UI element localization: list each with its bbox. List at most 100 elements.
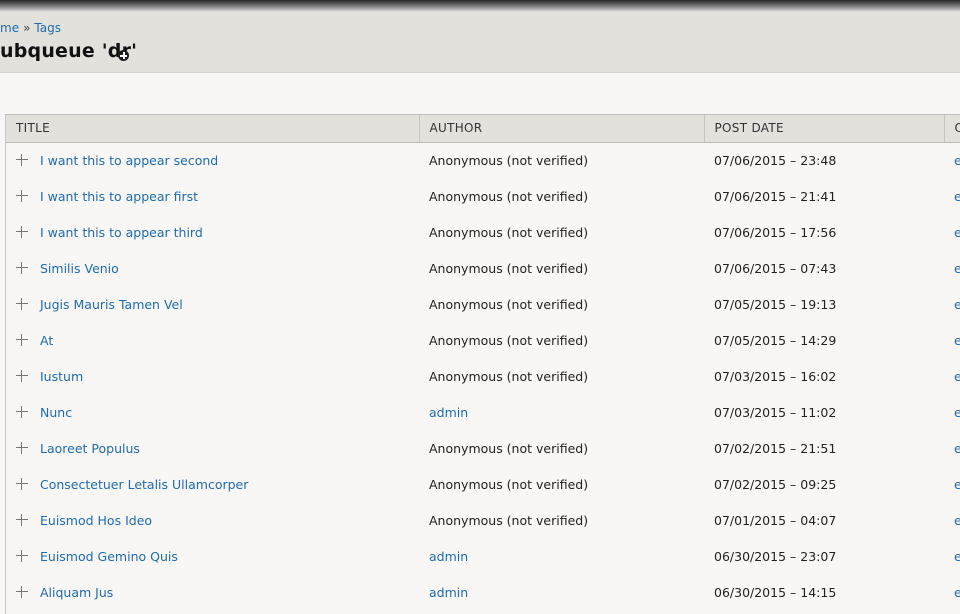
edit-link[interactable]: e (954, 513, 960, 528)
edit-link[interactable]: e (954, 405, 960, 420)
author-cell: Anonymous (not verified) (419, 502, 704, 538)
move-cross-icon[interactable] (16, 154, 28, 167)
item-title-link[interactable]: Similis Venio (40, 261, 119, 276)
column-header-title[interactable]: TITLE (6, 115, 420, 143)
edit-link[interactable]: e (954, 333, 960, 348)
author-cell: Anonymous (not verified) (419, 214, 704, 250)
item-title-link[interactable]: At (40, 333, 53, 348)
edit-link[interactable]: e (954, 153, 960, 168)
operations-cell: e (944, 322, 960, 358)
author-cell: Anonymous (not verified) (419, 286, 704, 322)
author-cell: Anonymous (not verified) (419, 430, 704, 466)
edit-link[interactable]: e (954, 225, 960, 240)
operations-cell: e (944, 286, 960, 322)
item-title-link[interactable]: I want this to appear third (40, 225, 203, 240)
table-row: I want this to appear third Anonymous (no… (6, 214, 960, 250)
edit-link[interactable]: e (954, 189, 960, 204)
move-cross-icon[interactable] (16, 514, 28, 526)
title-cell: At (6, 322, 419, 358)
post-date-cell: 07/01/2015 – 04:07 (714, 512, 837, 528)
item-title-link[interactable]: Euismod Hos Ideo (40, 513, 152, 528)
subqueue-table-wrapper: TITLE AUTHOR POST DATE O I want this to … (5, 114, 960, 614)
author-link[interactable]: admin (429, 585, 468, 600)
author-cell: Anonymous (not verified) (419, 250, 704, 286)
item-title-link[interactable]: Iustum (40, 369, 83, 384)
author-cell: Anonymous (not verified) (419, 358, 704, 394)
author-name: Anonymous (not verified) (429, 512, 589, 528)
post-date-cell: 06/30/2015 – 23:07 (714, 548, 837, 564)
post-date-cell: 07/05/2015 – 14:29 (714, 332, 837, 348)
edit-link[interactable]: e (954, 441, 960, 456)
column-header-operations: O (944, 115, 960, 143)
author-link[interactable]: admin (429, 549, 468, 564)
title-cell: Nunc (6, 394, 419, 430)
item-title-link[interactable]: I want this to appear first (40, 189, 198, 204)
author-name: Anonymous (not verified) (429, 188, 589, 204)
author-name: Anonymous (not verified) (429, 296, 589, 312)
author-name: Anonymous (not verified) (429, 152, 589, 168)
breadcrumb-home-link[interactable]: me (0, 21, 19, 35)
post-date-cell: 07/02/2015 – 21:51 (714, 440, 837, 456)
table-row: Consectetuer Letalis Ullamcorper Anonymou… (6, 466, 960, 502)
subqueue-items-table: TITLE AUTHOR POST DATE O I want this to … (6, 115, 960, 610)
title-cell: Jugis Mauris Tamen Vel (6, 286, 419, 322)
move-cross-icon[interactable] (16, 370, 28, 382)
item-title-link[interactable]: Nunc (40, 405, 72, 420)
title-cell: Consectetuer Letalis Ullamcorper (6, 466, 419, 502)
post-date-cell: 07/03/2015 – 16:02 (714, 368, 837, 384)
breadcrumb-tags-link[interactable]: Tags (34, 21, 61, 35)
operations-cell: e (944, 502, 960, 538)
move-cross-icon[interactable] (16, 478, 28, 490)
item-title-link[interactable]: Jugis Mauris Tamen Vel (40, 297, 183, 312)
author-cell: admin (419, 538, 704, 574)
table-row: I want this to appear second Anonymous (n… (6, 142, 960, 178)
move-cross-icon[interactable] (16, 550, 28, 562)
move-cross-icon[interactable] (16, 190, 28, 202)
column-header-author[interactable]: AUTHOR (419, 115, 705, 143)
move-cross-icon[interactable] (16, 586, 28, 598)
author-name: Anonymous (not verified) (429, 368, 589, 384)
operations-cell: e (944, 214, 960, 250)
author-link[interactable]: admin (429, 405, 468, 420)
author-cell: admin (419, 394, 704, 430)
title-cell: I want this to appear second (6, 142, 419, 178)
page-header: me » Tags ubqueue 'dr' (0, 0, 960, 73)
item-title-link[interactable]: Euismod Gemino Quis (40, 549, 178, 564)
operations-cell: e (944, 538, 960, 574)
item-title-link[interactable]: Consectetuer Letalis Ullamcorper (40, 477, 248, 492)
table-row: At Anonymous (not verified) 07/05/2015 – 1… (6, 322, 960, 358)
table-row: Laoreet Populus Anonymous (not verified) 0… (6, 430, 960, 466)
move-cross-icon[interactable] (16, 406, 28, 418)
edit-link[interactable]: e (954, 549, 960, 564)
move-cross-icon[interactable] (16, 334, 28, 346)
item-title-link[interactable]: Aliquam Jus (40, 585, 113, 600)
edit-link[interactable]: e (954, 297, 960, 312)
item-title-link[interactable]: I want this to appear second (40, 153, 218, 168)
move-cross-icon[interactable] (16, 298, 28, 310)
column-header-post-date[interactable]: POST DATE (704, 115, 945, 143)
move-cross-icon[interactable] (16, 262, 28, 274)
author-name: Anonymous (not verified) (429, 260, 589, 276)
post-date-cell: 07/02/2015 – 09:25 (714, 476, 837, 492)
edit-link[interactable]: e (954, 369, 960, 384)
table-body: I want this to appear second Anonymous (n… (6, 142, 960, 610)
edit-link[interactable]: e (954, 477, 960, 492)
add-shortcut-icon[interactable] (118, 50, 129, 61)
operations-cell: e (944, 358, 960, 394)
title-cell: Euismod Hos Ideo (6, 502, 419, 538)
operations-cell: e (944, 178, 960, 214)
operations-cell: e (944, 142, 960, 178)
edit-link[interactable]: e (954, 261, 960, 276)
move-cross-icon[interactable] (16, 226, 28, 238)
operations-cell: e (944, 430, 960, 466)
breadcrumb-separator: » (23, 21, 31, 35)
move-cross-icon[interactable] (16, 442, 28, 454)
post-date-cell: 06/30/2015 – 14:15 (714, 584, 837, 600)
edit-link[interactable]: e (954, 585, 960, 600)
title-cell: Iustum (6, 358, 419, 394)
table-row: Euismod Hos Ideo Anonymous (not verified)… (6, 502, 960, 538)
table-row: Aliquam Jus admin 06/30/2015 – 14:15 e (6, 574, 960, 610)
item-title-link[interactable]: Laoreet Populus (40, 441, 140, 456)
operations-cell: e (944, 250, 960, 286)
title-cell: Laoreet Populus (6, 430, 419, 466)
